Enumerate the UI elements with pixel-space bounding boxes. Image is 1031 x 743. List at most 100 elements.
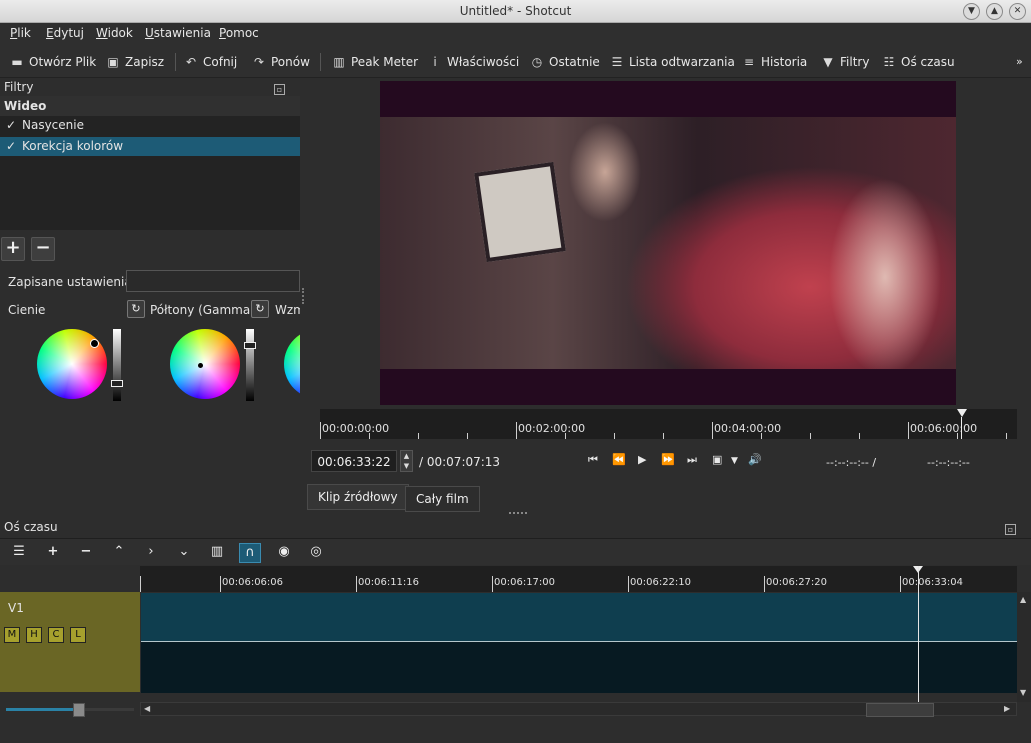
preset-combobox[interactable] bbox=[126, 270, 300, 292]
recent-button[interactable]: ◷ Ostatnie bbox=[530, 53, 600, 71]
menu-settings[interactable]: Ustawienia bbox=[145, 26, 211, 40]
fast-forward-icon[interactable]: ⏩ bbox=[661, 453, 675, 466]
add-filter-button[interactable]: + bbox=[1, 237, 25, 261]
ripple-icon[interactable]: ◎ bbox=[306, 543, 326, 561]
playlist-button[interactable]: ☰ Lista odtwarzania bbox=[610, 53, 735, 71]
filter-item-selected[interactable]: ✓ Korekcja kolorów bbox=[0, 137, 300, 156]
lock-button[interactable]: L bbox=[70, 627, 86, 643]
close-icon[interactable]: ✕ bbox=[1009, 3, 1026, 20]
volume-icon[interactable]: 🔊 bbox=[748, 453, 762, 466]
skip-to-end-icon[interactable]: ⏭ bbox=[687, 453, 697, 467]
midtones-color-wheel[interactable] bbox=[170, 329, 240, 399]
remove-filter-button[interactable]: − bbox=[31, 237, 55, 261]
peak-meter-button[interactable]: ▥ Peak Meter bbox=[332, 53, 418, 71]
zoom-slider-handle[interactable] bbox=[73, 703, 85, 717]
scroll-right-icon[interactable]: ▶ bbox=[1004, 704, 1010, 713]
mute-button[interactable]: M bbox=[4, 627, 20, 643]
position-timecode-input[interactable]: 00:06:33:22 bbox=[311, 450, 397, 472]
recent-label: Ostatnie bbox=[549, 55, 600, 69]
tab-full-project[interactable]: Cały film bbox=[405, 486, 480, 512]
remove-icon[interactable]: − bbox=[76, 543, 96, 561]
zoom-dropdown-icon[interactable]: ▼ bbox=[731, 456, 738, 466]
undo-button[interactable]: ↶ Cofnij bbox=[184, 53, 237, 71]
player-timeline-ruler[interactable]: 00:00:00:00 00:02:00:00 00:04:00:00 00:0… bbox=[320, 409, 1017, 439]
zoom-fit-icon[interactable]: ▣ bbox=[712, 453, 722, 466]
rewind-icon[interactable]: ⏪ bbox=[612, 453, 626, 466]
shadows-label: Cienie bbox=[8, 303, 46, 317]
menu-help[interactable]: Pomoc bbox=[219, 26, 259, 40]
scroll-up-icon[interactable]: ▲ bbox=[1020, 595, 1026, 604]
open-file-label: Otwórz Plik bbox=[29, 55, 97, 69]
scrollbar-thumb[interactable] bbox=[866, 703, 934, 717]
timeline-panel-title: Oś czasu bbox=[4, 520, 58, 534]
overwrite-icon[interactable]: › bbox=[141, 543, 161, 561]
menu-edit[interactable]: Edytuj bbox=[46, 26, 84, 40]
insert-icon[interactable]: ⌄ bbox=[174, 543, 194, 561]
ruler-tick bbox=[957, 433, 958, 439]
timeline-vertical-scrollbar[interactable]: ▲ ▼ bbox=[1017, 592, 1031, 702]
shadows-wheel-picker[interactable] bbox=[90, 339, 99, 348]
midtones-wheel-picker[interactable] bbox=[198, 363, 203, 368]
player-playhead-marker[interactable] bbox=[957, 409, 967, 417]
slider-handle[interactable] bbox=[111, 380, 123, 387]
timeline-clip[interactable] bbox=[141, 593, 1017, 641]
composite-button[interactable]: C bbox=[48, 627, 64, 643]
ruler-label: 00:02:00:00 bbox=[518, 422, 586, 435]
toolbar-overflow-icon[interactable]: » bbox=[1016, 53, 1023, 71]
lift-icon[interactable]: ⌃ bbox=[109, 543, 129, 561]
history-icon: ≡ bbox=[743, 55, 755, 69]
shadows-color-wheel[interactable] bbox=[37, 329, 107, 399]
float-icon[interactable]: ▫ bbox=[274, 84, 285, 95]
splitter-handle[interactable] bbox=[302, 288, 306, 304]
shadows-reset-icon[interactable]: ↻ bbox=[127, 300, 145, 318]
toolbar-separator bbox=[175, 53, 176, 71]
snap-magnet-icon[interactable]: ∩ bbox=[239, 543, 261, 563]
ruler-tick bbox=[356, 576, 357, 592]
menu-view[interactable]: Widok bbox=[96, 26, 133, 40]
skip-to-start-icon[interactable]: ⏮ bbox=[588, 453, 598, 467]
save-button[interactable]: ▣ Zapisz bbox=[106, 53, 164, 71]
redo-button[interactable]: ↷ Ponów bbox=[252, 53, 310, 71]
midtones-value-slider[interactable] bbox=[244, 329, 256, 401]
filters-button[interactable]: ▼ Filtry bbox=[821, 53, 869, 71]
float-icon[interactable]: ▫ bbox=[1005, 524, 1016, 535]
midtones-reset-icon[interactable]: ↻ bbox=[251, 300, 269, 318]
scroll-down-icon[interactable]: ▼ bbox=[1020, 688, 1026, 697]
timeline-ruler[interactable]: 00:06:06:06 00:06:11:16 00:06:17:00 00:0… bbox=[140, 566, 1017, 592]
slider-handle[interactable] bbox=[244, 342, 256, 349]
timeline-button[interactable]: ☷ Oś czasu bbox=[882, 53, 955, 71]
scrub-icon[interactable]: ◉ bbox=[274, 543, 294, 561]
properties-button[interactable]: i Właściwości bbox=[428, 53, 519, 71]
filter-item[interactable]: ✓ Nasycenie bbox=[0, 116, 300, 135]
maximize-icon[interactable]: ▲ bbox=[986, 3, 1003, 20]
dock-splitter-handle[interactable] bbox=[509, 512, 527, 516]
history-button[interactable]: ≡ Historia bbox=[742, 53, 807, 71]
timeline-clip-audio[interactable] bbox=[141, 641, 1017, 693]
ruler-tick bbox=[369, 433, 370, 439]
timecode-spinner[interactable]: ▲ ▼ bbox=[400, 450, 413, 472]
hide-button[interactable]: H bbox=[26, 627, 42, 643]
save-icon: ▣ bbox=[107, 55, 119, 69]
menu-file[interactable]: Plik bbox=[10, 26, 31, 40]
split-icon[interactable]: ▥ bbox=[207, 543, 227, 561]
save-label: Zapisz bbox=[125, 55, 165, 69]
append-icon[interactable]: + bbox=[43, 543, 63, 561]
timeline-menu-icon[interactable]: ☰ bbox=[9, 543, 29, 561]
highlights-color-wheel[interactable] bbox=[284, 329, 300, 399]
minimize-icon[interactable]: ▼ bbox=[963, 3, 980, 20]
ruler-tick bbox=[220, 576, 221, 592]
shadows-value-slider[interactable] bbox=[111, 329, 123, 401]
open-file-button[interactable]: ▬ Otwórz Plik bbox=[10, 53, 96, 71]
check-icon[interactable]: ✓ bbox=[6, 116, 18, 135]
ruler-tick bbox=[614, 433, 615, 439]
duration-label: / 00:07:07:13 bbox=[419, 455, 501, 469]
filter-item-label: Nasycenie bbox=[22, 118, 84, 132]
video-preview[interactable] bbox=[380, 81, 956, 405]
window-title: Untitled* - Shotcut bbox=[459, 4, 572, 18]
folder-icon: ▬ bbox=[11, 55, 23, 69]
filters-panel-title: Filtry bbox=[4, 80, 34, 94]
tab-source-clip[interactable]: Klip źródłowy bbox=[307, 484, 409, 510]
play-icon[interactable]: ▶ bbox=[638, 453, 646, 466]
scroll-left-icon[interactable]: ◀ bbox=[144, 704, 150, 713]
check-icon[interactable]: ✓ bbox=[6, 137, 18, 156]
